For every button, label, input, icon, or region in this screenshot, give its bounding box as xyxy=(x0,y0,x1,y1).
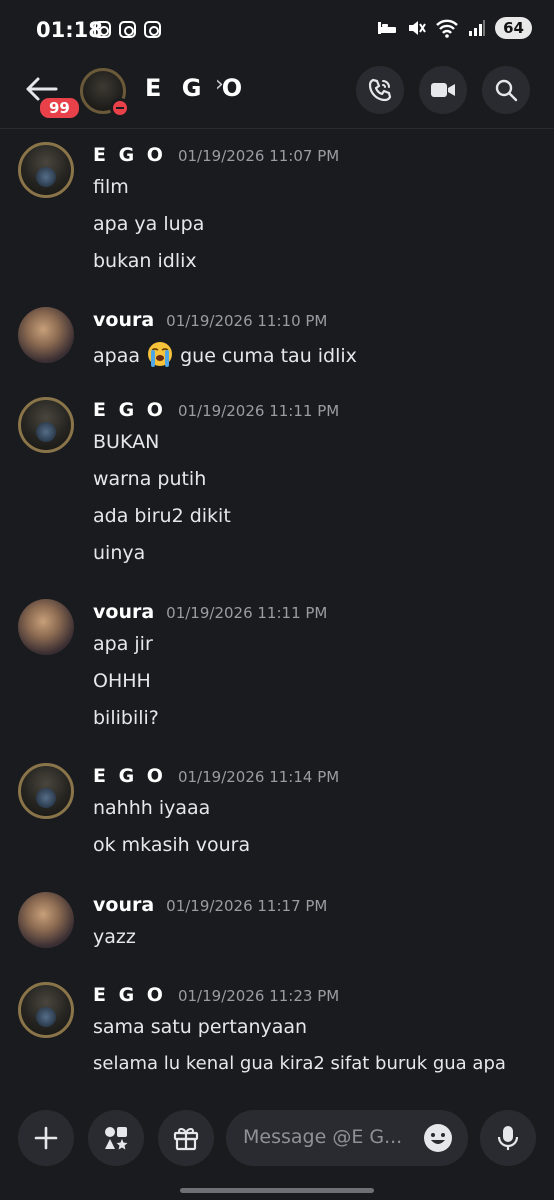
message-header: E G O 01/19/2026 11:14 PM xyxy=(93,765,339,787)
message-text[interactable]: warna putih xyxy=(93,468,206,490)
voice-message-button[interactable] xyxy=(480,1110,536,1166)
message-header: voura 01/19/2026 11:17 PM xyxy=(93,894,327,916)
loudly-crying-face-icon xyxy=(148,342,173,367)
message-text-part: gue cuma tau idlix xyxy=(180,345,357,367)
avatar[interactable] xyxy=(18,397,74,453)
message-input-placeholder: Message @E G... xyxy=(243,1126,403,1148)
message-text[interactable]: ok mkasih voura xyxy=(93,834,250,856)
emoji-picker-icon[interactable] xyxy=(422,1122,454,1154)
message-text[interactable]: ada biru2 dikit xyxy=(93,505,231,527)
timestamp: 01/19/2026 11:11 PM xyxy=(177,402,340,420)
author-name[interactable]: voura xyxy=(93,894,154,916)
avatar[interactable] xyxy=(18,599,74,655)
wifi-icon xyxy=(436,19,458,38)
signal-icon xyxy=(469,20,486,36)
avatar[interactable] xyxy=(18,982,74,1038)
timestamp: 01/19/2026 11:10 PM xyxy=(166,312,328,330)
chat-header: 99 E G O › xyxy=(0,62,554,128)
message-text[interactable]: selama lu kenal gua kira2 sifat buruk gu… xyxy=(93,1053,506,1074)
timestamp: 01/19/2026 11:07 PM xyxy=(177,147,340,165)
author-name[interactable]: E G O xyxy=(93,399,166,421)
chat-title[interactable]: E G O xyxy=(145,74,248,102)
notification-icons xyxy=(94,21,161,38)
attach-button[interactable] xyxy=(18,1110,74,1166)
instagram-icon xyxy=(119,21,136,38)
message-text[interactable]: bukan idlix xyxy=(93,250,197,272)
message-header: E G O 01/19/2026 11:11 PM xyxy=(93,399,339,421)
message-text[interactable]: OHHH xyxy=(93,670,151,692)
apps-button[interactable] xyxy=(88,1110,144,1166)
header-divider xyxy=(0,128,554,129)
message-text[interactable]: uinya xyxy=(93,542,145,564)
author-name[interactable]: voura xyxy=(93,601,154,623)
message-text[interactable]: apaa gue cuma tau idlix xyxy=(93,341,357,367)
message-header: voura 01/19/2026 11:10 PM xyxy=(93,309,327,331)
message-header: voura 01/19/2026 11:11 PM xyxy=(93,601,327,623)
battery-indicator: 64 xyxy=(495,17,532,39)
message-text[interactable]: nahhh iyaaa xyxy=(93,797,210,819)
timestamp: 01/19/2026 11:11 PM xyxy=(166,604,328,622)
video-call-button[interactable] xyxy=(419,66,467,114)
message-text[interactable]: bilibili? xyxy=(93,707,159,729)
system-indicators: 64 xyxy=(377,17,532,39)
chevron-right-icon[interactable]: › xyxy=(215,72,224,97)
author-name[interactable]: E G O xyxy=(93,144,166,166)
avatar[interactable] xyxy=(18,307,74,363)
message-text[interactable]: apa ya lupa xyxy=(93,213,204,235)
avatar[interactable] xyxy=(18,892,74,948)
apps-icon xyxy=(105,1127,128,1150)
author-name[interactable]: E G O xyxy=(93,765,166,787)
instagram-icon xyxy=(144,21,161,38)
message-text[interactable]: film xyxy=(93,176,129,198)
home-indicator[interactable] xyxy=(180,1188,374,1193)
message-text[interactable]: yazz xyxy=(93,926,136,948)
unread-badge: 99 xyxy=(38,96,81,120)
message-text[interactable]: sama satu pertanyaan xyxy=(93,1016,307,1038)
avatar[interactable] xyxy=(18,763,74,819)
timestamp: 01/19/2026 11:17 PM xyxy=(166,897,328,915)
message-list[interactable]: E G O 01/19/2026 11:07 PM film apa ya lu… xyxy=(0,136,554,1096)
search-button[interactable] xyxy=(482,66,530,114)
message-header: E G O 01/19/2026 11:23 PM xyxy=(93,984,339,1006)
message-composer: Message @E G... xyxy=(0,1100,554,1180)
avatar[interactable] xyxy=(18,142,74,198)
phone-icon xyxy=(368,78,392,102)
timestamp: 01/19/2026 11:14 PM xyxy=(177,768,340,786)
message-text[interactable]: BUKAN xyxy=(93,431,159,453)
screenshot-icon xyxy=(94,21,111,38)
message-header: E G O 01/19/2026 11:07 PM xyxy=(93,144,339,166)
status-bar: 01:18 64 xyxy=(0,0,554,62)
search-icon xyxy=(495,79,518,102)
video-camera-icon xyxy=(431,83,455,97)
message-input[interactable]: Message @E G... xyxy=(226,1110,468,1166)
microphone-icon xyxy=(497,1126,519,1150)
gift-icon xyxy=(173,1127,199,1151)
message-text-part: apaa xyxy=(93,345,140,367)
author-name[interactable]: voura xyxy=(93,309,154,331)
timestamp: 01/19/2026 11:23 PM xyxy=(177,987,340,1005)
sleep-mode-icon xyxy=(378,22,397,34)
message-text[interactable]: apa jir xyxy=(93,633,153,655)
plus-icon xyxy=(34,1126,58,1150)
status-time: 01:18 xyxy=(36,18,103,42)
mute-icon xyxy=(409,21,426,35)
do-not-disturb-icon xyxy=(110,98,130,118)
voice-call-button[interactable] xyxy=(356,66,404,114)
author-name[interactable]: E G O xyxy=(93,984,166,1006)
gift-button[interactable] xyxy=(158,1110,214,1166)
